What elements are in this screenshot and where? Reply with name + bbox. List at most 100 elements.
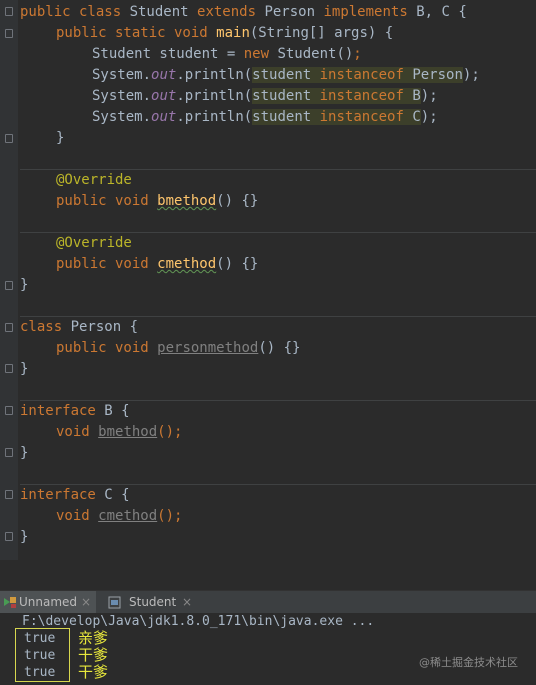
declaration: Student student = (92, 46, 244, 62)
code-line-new-student[interactable]: Student student = new Student(); (92, 44, 362, 65)
keyword: void (56, 424, 99, 440)
annotation-text: 干爹 (78, 663, 109, 681)
code-editor[interactable]: public class Student extends Person impl… (0, 0, 536, 560)
code-line-bmethod-decl[interactable]: void bmethod(); (56, 422, 182, 443)
fold-marker-icon[interactable] (5, 281, 13, 290)
close-icon[interactable]: × (182, 591, 192, 614)
fold-marker-icon[interactable] (5, 406, 13, 415)
keyword: instanceof (319, 109, 413, 125)
interface-decl: B { (104, 403, 130, 419)
fold-marker-icon[interactable] (5, 448, 13, 457)
fold-marker-icon[interactable] (5, 490, 13, 499)
variable: student (252, 67, 320, 83)
fold-marker-icon[interactable] (5, 134, 13, 143)
fold-marker-icon[interactable] (5, 7, 13, 16)
code-line-class-person[interactable]: class Person { (20, 317, 138, 338)
tab-student[interactable]: Student × (104, 591, 196, 614)
keyword: implements (315, 4, 417, 20)
fold-marker-icon[interactable] (5, 323, 13, 332)
method-end: (); (157, 508, 183, 524)
code-line-personmethod[interactable]: public void personmethod() {} (56, 338, 300, 359)
code-line-close-brace[interactable]: } (20, 275, 28, 296)
code-line-close-brace[interactable]: } (20, 443, 28, 464)
method-name: bmethod (98, 424, 158, 440)
keyword: class (20, 319, 71, 335)
method-body: () {} (258, 340, 301, 356)
keyword: interface (20, 403, 105, 419)
keyword: interface (20, 487, 105, 503)
code-line-override[interactable]: @Override (56, 170, 132, 191)
code-line-println-person[interactable]: System.out.println(student instanceof Pe… (92, 65, 480, 86)
println-call: .println( (176, 88, 253, 104)
code-line-println-c[interactable]: System.out.println(student instanceof C)… (92, 107, 438, 128)
keyword: void (56, 508, 99, 524)
keyword: instanceof (319, 88, 413, 104)
system-ref: System. (92, 109, 152, 125)
fold-marker-icon[interactable] (5, 532, 13, 541)
java-class-icon (108, 596, 121, 609)
class-decl: Person { (70, 319, 139, 335)
code-line-bmethod[interactable]: public void bmethod() {} (56, 191, 258, 212)
keyword: public void (56, 193, 158, 209)
type-name: C (412, 109, 421, 125)
semicolon: ; (353, 46, 362, 62)
fold-marker-icon[interactable] (5, 29, 13, 38)
close-icon[interactable]: × (81, 591, 91, 614)
run-tool-window-tabs: Unnamed × Student × (0, 590, 536, 614)
method-name: personmethod (157, 340, 259, 356)
println-call: .println( (176, 67, 253, 83)
run-config-icon (4, 597, 16, 608)
code-line-cmethod-decl[interactable]: void cmethod(); (56, 506, 182, 527)
code-line-println-b[interactable]: System.out.println(student instanceof B)… (92, 86, 438, 107)
call-end: ); (420, 88, 438, 104)
call-end: ); (462, 67, 480, 83)
code-line-close-brace[interactable]: } (20, 359, 28, 380)
tab-label: Student (129, 595, 177, 609)
tab-unnamed[interactable]: Unnamed × (0, 591, 96, 614)
watermark: @稀土掘金技术社区 (419, 656, 518, 669)
method-body: () {} (216, 256, 259, 272)
interface-decl: C { (104, 487, 130, 503)
println-call: .println( (176, 109, 253, 125)
method-name: main (216, 25, 250, 41)
keyword: public static void (56, 25, 217, 41)
variable: student (252, 109, 320, 125)
system-ref: System. (92, 67, 152, 83)
keyword: public void (56, 256, 158, 272)
method-name: bmethod (157, 193, 217, 209)
annotation-text: 亲爹 (78, 629, 109, 647)
parent-class: Person (264, 4, 316, 20)
keyword: extends (188, 4, 265, 20)
static-field: out (151, 109, 177, 125)
type-name: Person (412, 67, 463, 83)
editor-gutter[interactable] (0, 0, 18, 560)
tab-label: Unnamed (19, 595, 78, 609)
code-line-class-declaration[interactable]: public class Student extends Person impl… (20, 2, 467, 23)
variable: student (252, 88, 320, 104)
class-name: Student (129, 4, 189, 20)
constructor-call: Student() (277, 46, 354, 62)
method-name: cmethod (98, 508, 158, 524)
code-line-interface-c[interactable]: interface C { (20, 485, 130, 506)
console-command: F:\develop\Java\jdk1.8.0_171\bin\java.ex… (22, 614, 375, 629)
code-line-cmethod[interactable]: public void cmethod() {} (56, 254, 258, 275)
keyword: public void (56, 340, 158, 356)
code-line-override[interactable]: @Override (56, 233, 132, 254)
code-line-close-brace[interactable]: } (56, 128, 64, 149)
interfaces: B, C { (416, 4, 467, 20)
code-line-main-method[interactable]: public static void main(String[] args) { (56, 23, 393, 44)
output-highlight-box (15, 628, 70, 682)
code-line-interface-b[interactable]: interface B { (20, 401, 130, 422)
annotation-text: 干爹 (78, 646, 109, 664)
method-name: cmethod (157, 256, 217, 272)
type-name: B (412, 88, 421, 104)
keyword: new (243, 46, 278, 62)
code-line-close-brace[interactable]: } (20, 527, 28, 548)
method-params: (String[] args) { (249, 25, 394, 41)
call-end: ); (420, 109, 438, 125)
static-field: out (151, 88, 177, 104)
fold-marker-icon[interactable] (5, 364, 13, 373)
method-body: () {} (216, 193, 259, 209)
keyword: public class (20, 4, 130, 20)
static-field: out (151, 67, 177, 83)
